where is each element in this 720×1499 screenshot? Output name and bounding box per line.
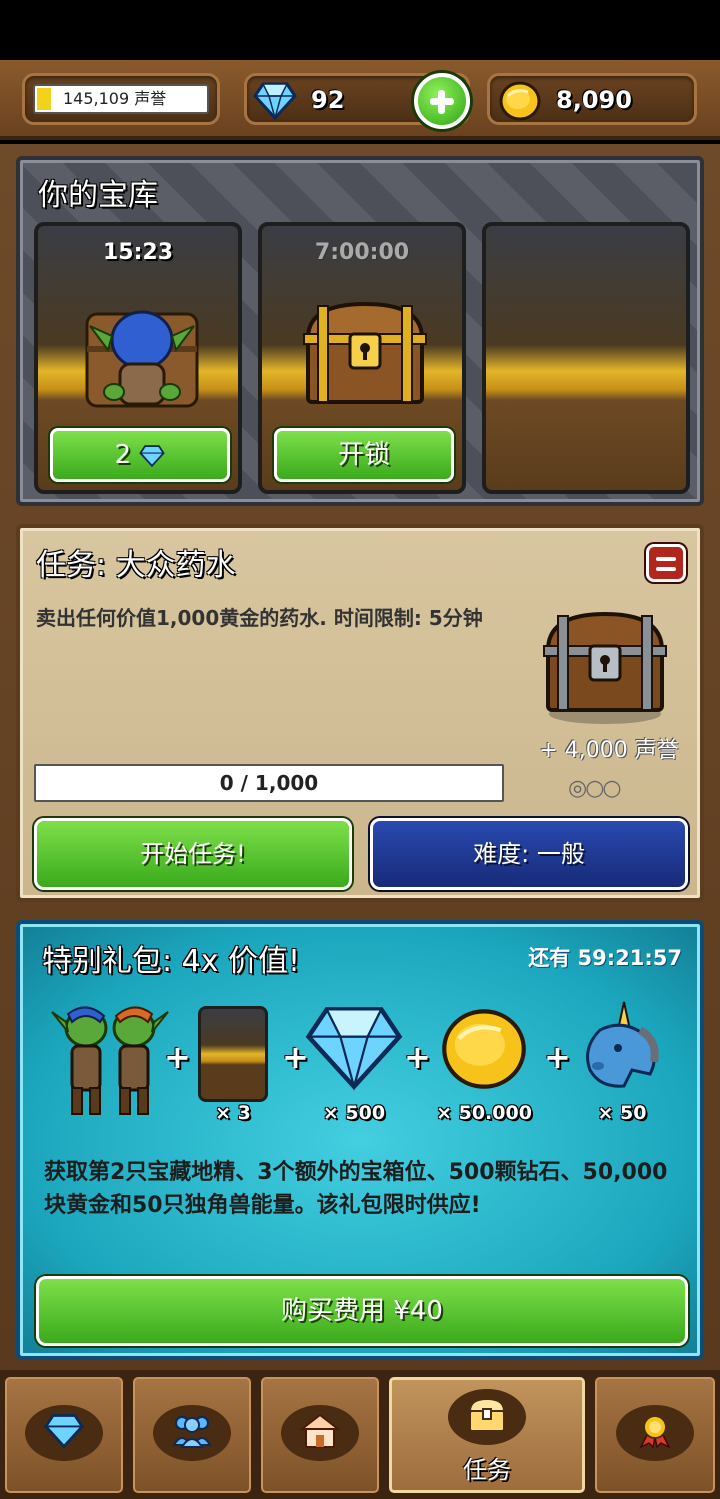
offer-timer: 还有 59:21:57 <box>528 946 682 970</box>
offer-qty-gems: × 500 <box>322 1102 386 1124</box>
tab-achievements[interactable] <box>592 1374 718 1496</box>
buy-button[interactable]: 购买费用 ¥40 <box>36 1276 688 1346</box>
diamond-icon <box>253 82 297 120</box>
status-bar <box>0 0 720 60</box>
speedup-button[interactable]: 2 <box>50 428 230 482</box>
buildings-icon <box>300 1413 340 1448</box>
tab-buildings[interactable] <box>258 1374 382 1496</box>
goblin-icon <box>85 310 199 408</box>
difficulty-dots: ◎○○ <box>568 776 622 801</box>
reputation-fill <box>37 88 51 110</box>
special-offer-panel: 特别礼包: 4x 价值! 还有 59:21:57 + × 3 + × 500 +… <box>16 920 704 1360</box>
tab-gems[interactable] <box>2 1374 126 1496</box>
goblins-icon <box>51 1006 169 1115</box>
offer-title: 特别礼包: 4x 价值! <box>42 944 301 979</box>
gems-value: 92 <box>311 86 345 114</box>
quest-progress-bar: 0 / 1,000 <box>34 764 504 802</box>
quest-description: 卖出任何价值1,000黄金的药水. 时间限制: 5分钟 <box>36 606 483 630</box>
quest-progress-text: 0 / 1,000 <box>219 771 319 795</box>
quest-panel: 任务: 大众药水 卖出任何价值1,000黄金的药水. 时间限制: 5分钟 + 4… <box>16 524 704 902</box>
plus-sign: + <box>164 1038 191 1076</box>
offer-description: 获取第2只宝藏地精、3个额外的宝箱位、500颗钻石、50,000块黄金和50只独… <box>44 1160 668 1218</box>
start-quest-button[interactable]: 开始任务! <box>34 818 352 890</box>
speedup-cost: 2 <box>114 440 132 470</box>
quest-reward: + 4,000 声誉 <box>539 738 679 763</box>
tab-people[interactable] <box>130 1374 254 1496</box>
reputation-display[interactable]: 145,109 声誉 <box>22 73 220 125</box>
tab-icon-bg <box>153 1405 231 1461</box>
tab-icon-bg <box>616 1405 694 1461</box>
treasure-chest-icon <box>468 1397 506 1432</box>
difficulty-button[interactable]: 难度: 一般 <box>370 818 688 890</box>
treasure-chest-icon <box>543 611 667 724</box>
vault-slot-3-empty <box>482 222 690 494</box>
tab-quests[interactable]: 任务 <box>386 1374 588 1496</box>
slot-timer: 7:00:00 <box>314 240 410 265</box>
tab-icon-bg <box>281 1405 359 1461</box>
coin-icon <box>442 1009 526 1089</box>
vault-slot-2[interactable]: 7:00:00 开锁 <box>258 222 466 494</box>
diamond-icon <box>44 1414 84 1449</box>
tab-label: 任务 <box>463 1456 511 1484</box>
quest-menu-button[interactable] <box>646 544 686 582</box>
tab-icon-bg <box>25 1405 103 1461</box>
treasure-chest-icon <box>303 301 427 404</box>
slot-timer: 15:23 <box>102 240 174 265</box>
diamond-icon <box>305 1007 403 1091</box>
vault-panel: 你的宝库 15:23 2 7:00:00 开锁 <box>16 156 704 506</box>
add-gems-button[interactable] <box>414 73 470 129</box>
unlock-button[interactable]: 开锁 <box>274 428 454 482</box>
quest-title: 任务: 大众药水 <box>36 548 236 583</box>
bottom-nav: 任务 <box>0 1370 720 1499</box>
coin-icon <box>499 81 541 121</box>
vault-slot-1[interactable]: 15:23 2 <box>34 222 242 494</box>
unicorn-icon <box>586 1001 659 1088</box>
vault-slot-icon <box>198 1006 268 1102</box>
tab-icon-bg <box>448 1389 526 1445</box>
plus-sign: + <box>404 1038 431 1076</box>
diamond-icon <box>139 444 166 467</box>
people-icon <box>172 1416 212 1448</box>
vault-title: 你的宝库 <box>38 178 158 213</box>
offer-qty-slots: × 3 <box>215 1102 251 1124</box>
offer-qty-gold: × 50.000 <box>436 1102 532 1124</box>
plus-sign: + <box>544 1038 571 1076</box>
gold-display[interactable]: 8,090 <box>487 73 697 125</box>
reputation-bar: 145,109 声誉 <box>33 84 209 114</box>
offer-qty-unicorn: × 50 <box>597 1102 647 1124</box>
reputation-value: 145,109 声誉 <box>63 89 167 108</box>
medal-icon <box>639 1415 671 1449</box>
gold-value: 8,090 <box>556 86 632 114</box>
